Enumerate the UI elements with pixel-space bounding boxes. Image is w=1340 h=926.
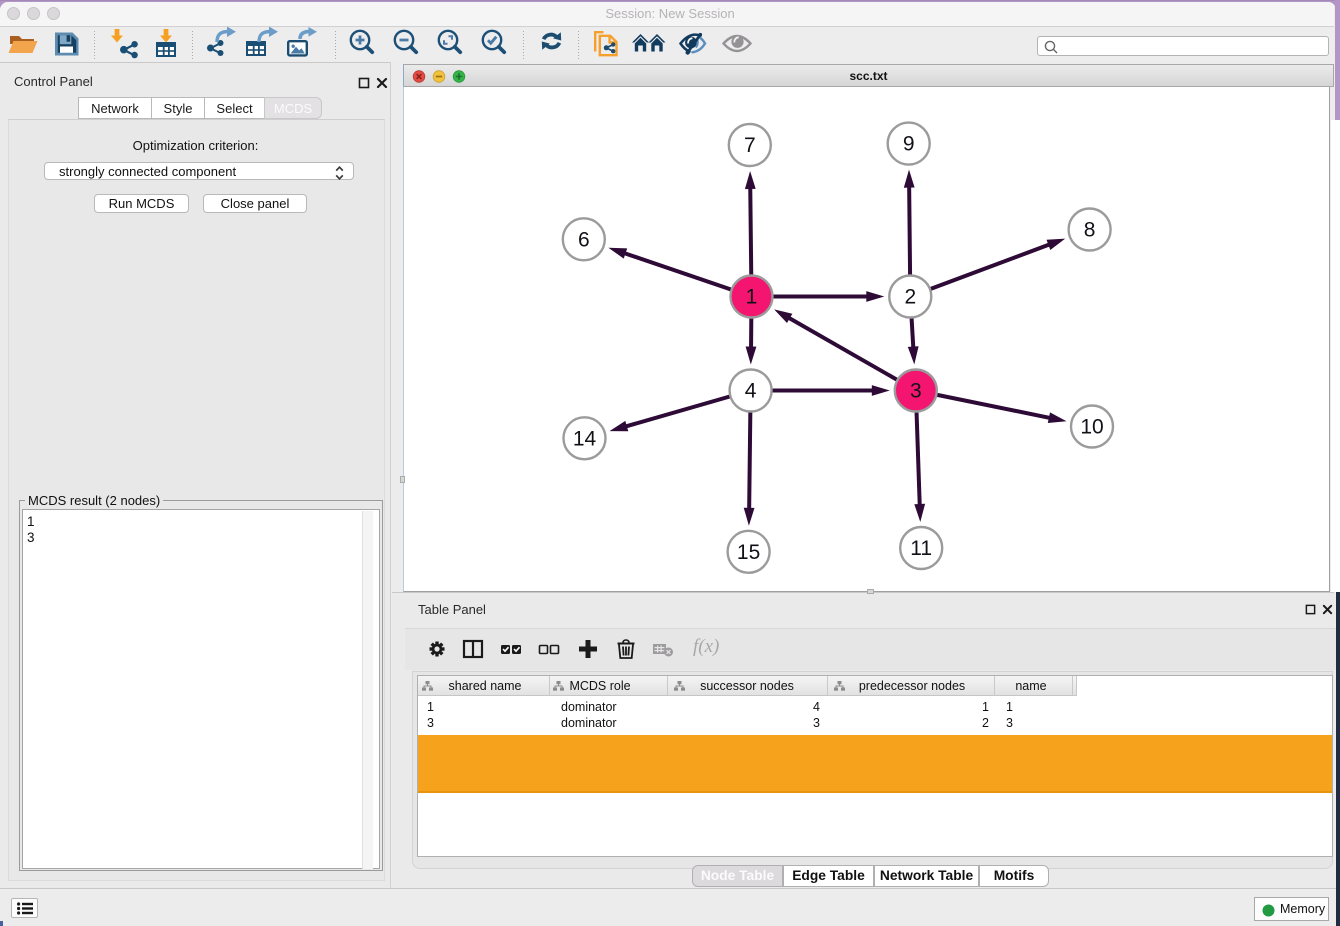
svg-text:8: 8 — [1084, 219, 1096, 242]
svg-text:1: 1 — [746, 286, 758, 309]
svg-text:2: 2 — [904, 286, 916, 309]
svg-text:4: 4 — [745, 380, 757, 403]
svg-text:9: 9 — [903, 133, 915, 156]
svg-text:15: 15 — [737, 541, 760, 564]
svg-text:10: 10 — [1080, 416, 1103, 439]
svg-text:11: 11 — [910, 537, 932, 560]
svg-text:3: 3 — [910, 380, 922, 403]
svg-text:14: 14 — [573, 427, 597, 450]
svg-text:7: 7 — [744, 134, 756, 157]
svg-text:6: 6 — [578, 228, 590, 251]
